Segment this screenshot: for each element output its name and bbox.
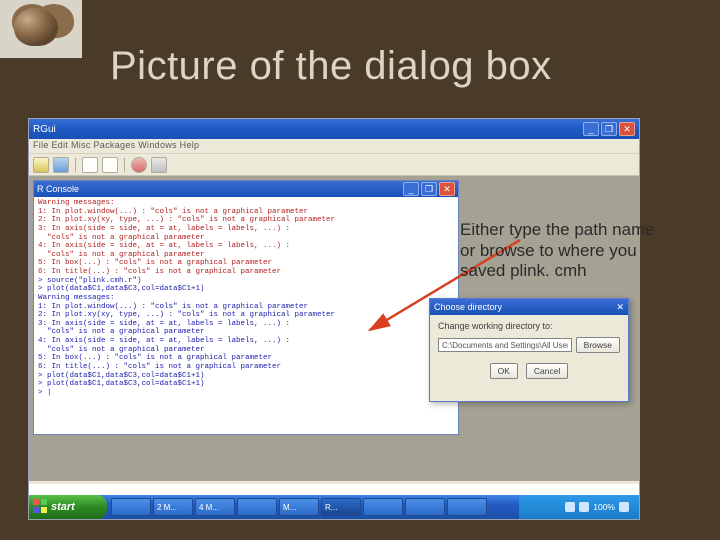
tray-icon[interactable] [619,502,629,512]
system-tray: 100% [519,495,639,519]
stop-icon[interactable] [131,157,147,173]
start-button[interactable]: start [29,495,107,519]
task-item[interactable] [447,498,487,516]
task-item[interactable] [237,498,277,516]
cancel-button[interactable]: Cancel [526,363,568,379]
r-console-title-text: R Console [37,184,79,194]
dialog-label: Change working directory to: [438,321,620,331]
browse-button[interactable]: Browse [576,337,620,353]
console-window-controls: _ ❐ ✕ [403,182,455,196]
r-console-output[interactable]: Warning messages: 1: In plot.window(...)… [34,197,458,434]
taskbar-items: 2 M... 4 M... M... R... [107,495,519,519]
callout-text: Either type the path name or browse to w… [460,220,670,282]
rgui-titlebar: RGui _ ❐ ✕ [29,119,639,139]
dialog-title-text: Choose directory [434,302,502,312]
directory-path-input[interactable] [438,338,572,352]
window-controls: _ ❐ ✕ [583,122,635,136]
ok-button[interactable]: OK [490,363,518,379]
tray-icon[interactable] [579,502,589,512]
task-item[interactable] [405,498,445,516]
task-item[interactable] [111,498,151,516]
tray-icon[interactable] [565,502,575,512]
menubar[interactable]: File Edit Misc Packages Windows Help [29,139,639,154]
r-console-window: R Console _ ❐ ✕ Warning messages: 1: In … [33,180,459,435]
task-item[interactable] [363,498,403,516]
dialog-titlebar: Choose directory ✕ [430,299,628,315]
embedded-screenshot: RGui _ ❐ ✕ File Edit Misc Packages Windo… [28,118,640,520]
windows-taskbar: start 2 M... 4 M... M... R... 100% [29,495,639,519]
corner-cat-image [0,0,82,58]
maximize-icon[interactable]: ❐ [421,182,437,196]
maximize-icon[interactable]: ❐ [601,122,617,136]
task-item[interactable]: R... [321,498,361,516]
task-item[interactable]: 4 M... [195,498,235,516]
open-icon[interactable] [33,157,49,173]
save-icon[interactable] [53,157,69,173]
rgui-title-text: RGui [33,124,56,135]
slide-title: Picture of the dialog box [110,44,552,89]
choose-directory-dialog: Choose directory ✕ Change working direct… [429,298,629,402]
minimize-icon[interactable]: _ [583,122,599,136]
paste-icon[interactable] [102,157,118,173]
print-icon[interactable] [151,157,167,173]
close-icon[interactable]: ✕ [439,182,455,196]
task-item[interactable]: M... [279,498,319,516]
dialog-close-icon[interactable]: ✕ [616,302,624,313]
minimize-icon[interactable]: _ [403,182,419,196]
copy-icon[interactable] [82,157,98,173]
close-icon[interactable]: ✕ [619,122,635,136]
tray-percent: 100% [593,502,615,512]
toolbar [29,154,639,176]
task-item[interactable]: 2 M... [153,498,193,516]
r-console-titlebar: R Console _ ❐ ✕ [34,181,458,197]
